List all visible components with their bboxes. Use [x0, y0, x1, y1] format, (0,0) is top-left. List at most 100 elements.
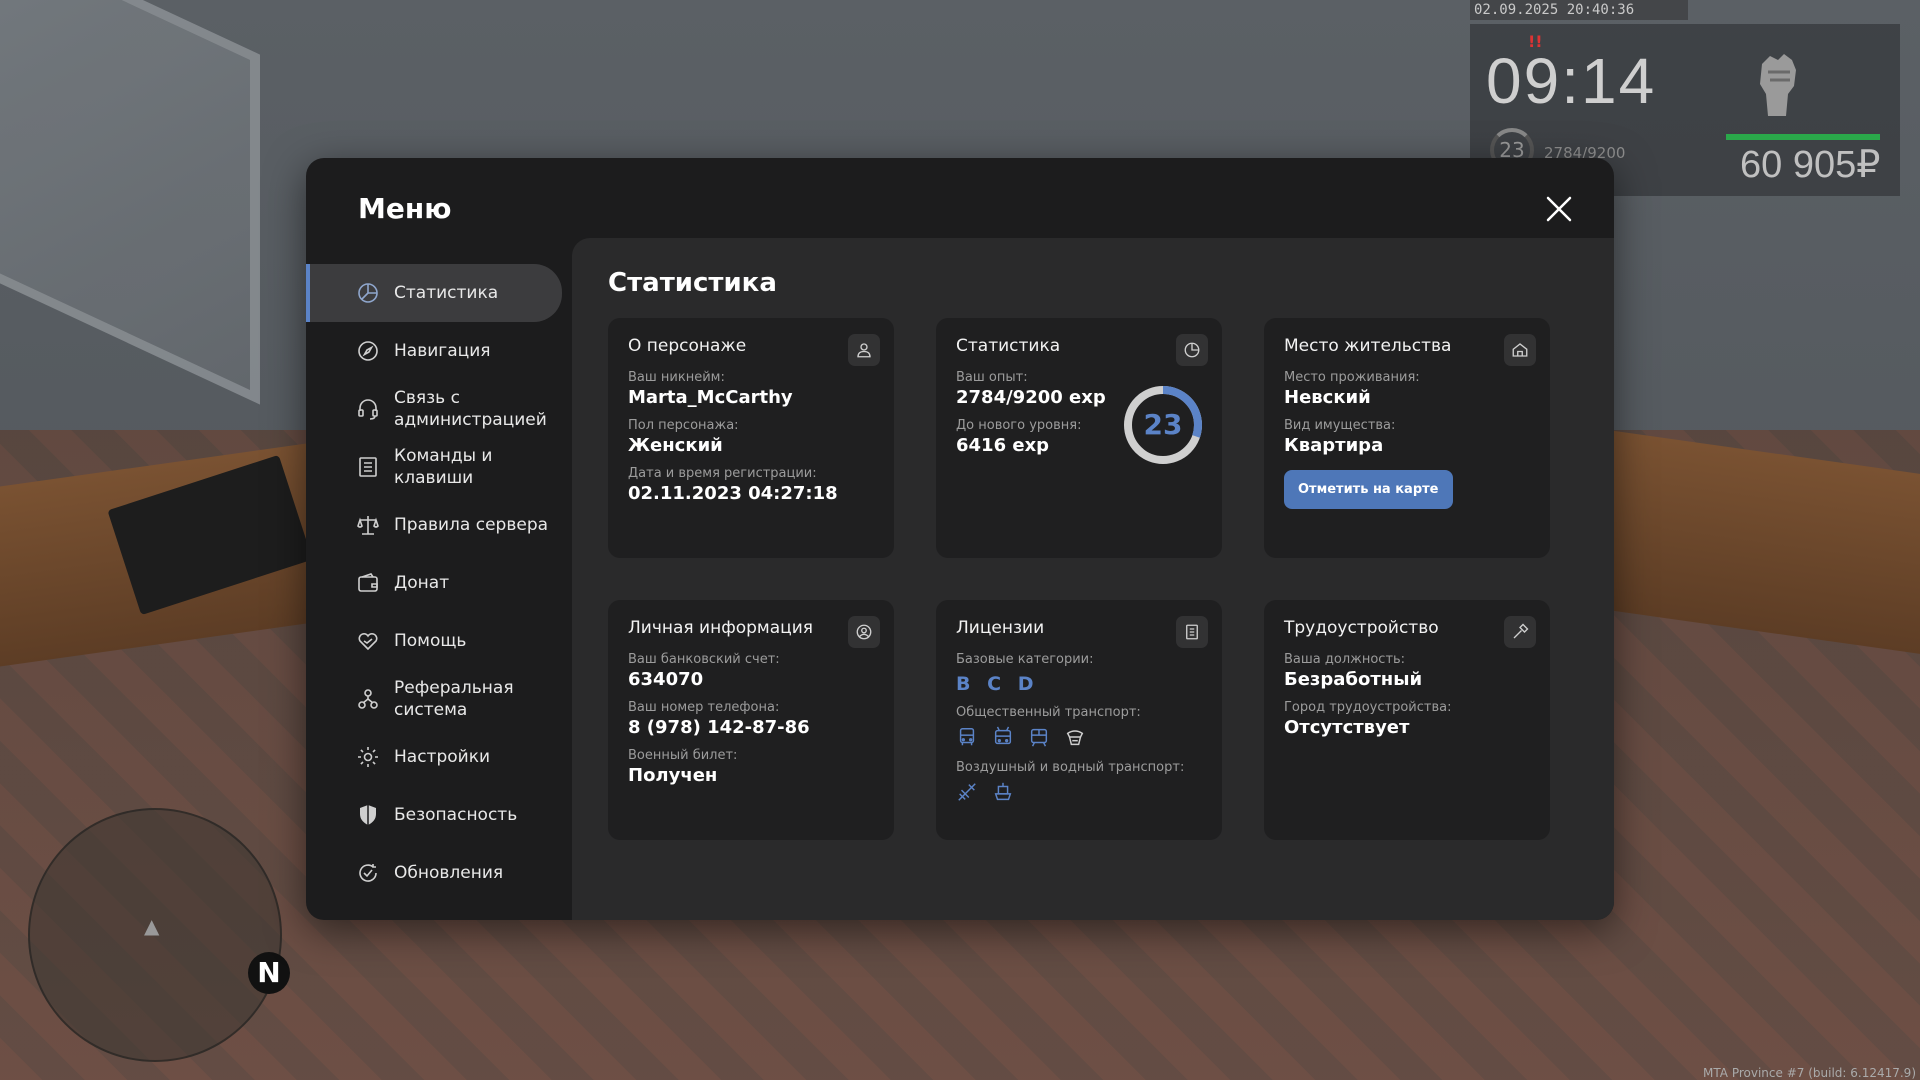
card-title: Трудоустройство — [1284, 618, 1439, 638]
place-label: Место проживания: — [1284, 370, 1420, 385]
list-icon — [359, 457, 377, 477]
shield-icon — [360, 805, 376, 825]
air-water-transport-label: Воздушный и водный транспорт: — [956, 760, 1185, 775]
category-b: B — [956, 673, 971, 695]
sidebar-item-admin-contact[interactable]: Связь с администрацией — [306, 380, 566, 438]
page-title: Статистика — [608, 268, 777, 298]
card-title: Статистика — [956, 336, 1061, 356]
pie-chart-icon — [1176, 334, 1208, 366]
sidebar-item-rules[interactable]: Правила сервера — [306, 496, 566, 554]
card-title: Место жительства — [1284, 336, 1452, 356]
card-personal: Личная информация Ваш банковский счет: 6… — [608, 600, 894, 840]
sidebar-item-navigation[interactable]: Навигация — [306, 322, 566, 380]
mark-on-map-button[interactable]: Отметить на карте — [1284, 470, 1453, 509]
sidebar: Статистика Навигация Связь с администрац… — [306, 264, 566, 902]
sidebar-item-label: Навигация — [394, 341, 491, 361]
bus-icon — [959, 728, 975, 746]
trolleybus-icon — [994, 726, 1012, 745]
sidebar-item-label: Донат — [394, 573, 450, 593]
card-title: Лицензии — [956, 618, 1045, 638]
card-character: О персонаже Ваш никнейм: Marta_McCarthy … — [608, 318, 894, 558]
close-icon[interactable] — [1544, 194, 1574, 224]
hud-time: 09:14 — [1486, 45, 1657, 117]
sidebar-item-label: Правила сервера — [394, 515, 549, 535]
post-value: Безработный — [1284, 669, 1423, 690]
card-licenses: Лицензии Базовые категории: B C D Общест… — [936, 600, 1222, 840]
fist-icon — [1760, 54, 1796, 116]
house-icon — [1504, 334, 1536, 366]
sidebar-item-label: Статистика — [394, 283, 499, 303]
card-job: Трудоустройство Ваша должность: Безработ… — [1264, 600, 1550, 840]
taxi-icon — [1066, 730, 1084, 746]
category-d: D — [1017, 673, 1034, 695]
card-title: Личная информация — [628, 618, 814, 638]
wallet-icon — [358, 573, 378, 592]
menu-modal: Меню Статистика Навигация Связь с админи… — [306, 158, 1614, 920]
phone-value: 8 (978) 142-87-86 — [628, 717, 810, 738]
sidebar-item-donate[interactable]: Донат — [306, 554, 566, 612]
public-transport-label: Общественный транспорт: — [956, 705, 1141, 720]
pie-chart-icon — [358, 283, 378, 303]
bank-value: 634070 — [628, 669, 704, 690]
reg-label: Дата и время регистрации: — [628, 466, 817, 481]
property-type-label: Вид имущества: — [1284, 418, 1396, 433]
level-ring: 23 — [1122, 384, 1204, 466]
north-marker: N — [248, 952, 290, 994]
gender-value: Женский — [628, 435, 723, 456]
exp-label: Ваш опыт: — [956, 370, 1028, 385]
job-city-label: Город трудоустройства: — [1284, 700, 1452, 715]
user-circle-icon — [848, 616, 880, 648]
reg-value: 02.11.2023 04:27:18 — [628, 483, 838, 504]
air-water-transport-icons — [956, 781, 1202, 803]
place-value: Невский — [1284, 387, 1371, 408]
sidebar-item-commands[interactable]: Команды и клавиши — [306, 438, 566, 496]
plane-icon — [958, 783, 976, 801]
compass-icon — [358, 341, 378, 361]
sidebar-item-settings[interactable]: Настройки — [306, 728, 566, 786]
military-value: Получен — [628, 765, 718, 786]
sidebar-item-label: Помощь — [394, 631, 467, 651]
scales-icon — [357, 516, 379, 535]
hud-money: 60 905₽ — [1740, 144, 1881, 186]
build-info: MTA Province #7 (build: 6.12417.9) — [1703, 1066, 1916, 1080]
card-residence: Место жительства Место проживания: Невск… — [1264, 318, 1550, 558]
public-transport-icons — [956, 726, 1202, 748]
post-label: Ваша должность: — [1284, 652, 1406, 667]
sidebar-item-label: Безопасность — [394, 805, 518, 825]
property-type-value: Квартира — [1284, 435, 1384, 456]
hud-datetime: 02.09.2025 20:40:36 — [1470, 0, 1688, 20]
heart-hand-icon — [358, 632, 378, 651]
sidebar-item-label: Команды и клавиши — [394, 446, 493, 488]
network-icon — [358, 689, 378, 709]
sidebar-item-updates[interactable]: Обновления — [306, 844, 566, 902]
category-c: C — [987, 673, 1002, 695]
sidebar-item-security[interactable]: Безопасность — [306, 786, 566, 844]
phone-label: Ваш номер телефона: — [628, 700, 780, 715]
base-categories: B C D — [956, 673, 1202, 695]
hammer-icon — [1504, 616, 1536, 648]
level-number: 23 — [1143, 408, 1183, 441]
gender-label: Пол персонажа: — [628, 418, 739, 433]
sidebar-item-label: Настройки — [394, 747, 491, 767]
bank-label: Ваш банковский счет: — [628, 652, 780, 667]
gear-icon — [358, 747, 378, 767]
tram-icon — [1030, 728, 1048, 747]
nick-label: Ваш никнейм: — [628, 370, 725, 385]
boat-icon — [994, 782, 1012, 801]
sidebar-item-statistics[interactable]: Статистика — [306, 264, 562, 322]
user-icon — [848, 334, 880, 366]
sidebar-item-label: Связь с администрацией — [394, 388, 547, 430]
document-icon — [1176, 616, 1208, 648]
card-stats: Статистика Ваш опыт: 2784/9200 exp До но… — [936, 318, 1222, 558]
content-panel: Статистика О персонаже Ваш никнейм: Mart… — [572, 238, 1614, 920]
sidebar-item-referral[interactable]: Реферальная система — [306, 670, 566, 728]
job-city-value: Отсутствует — [1284, 717, 1410, 738]
refresh-check-icon — [359, 864, 377, 882]
health-bar — [1726, 134, 1880, 140]
sidebar-item-label: Реферальная система — [394, 678, 514, 720]
sidebar-item-help[interactable]: Помощь — [306, 612, 566, 670]
sidebar-item-label: Обновления — [394, 863, 504, 883]
military-label: Военный билет: — [628, 748, 738, 763]
card-title: О персонаже — [628, 336, 747, 356]
base-categories-label: Базовые категории: — [956, 652, 1094, 667]
